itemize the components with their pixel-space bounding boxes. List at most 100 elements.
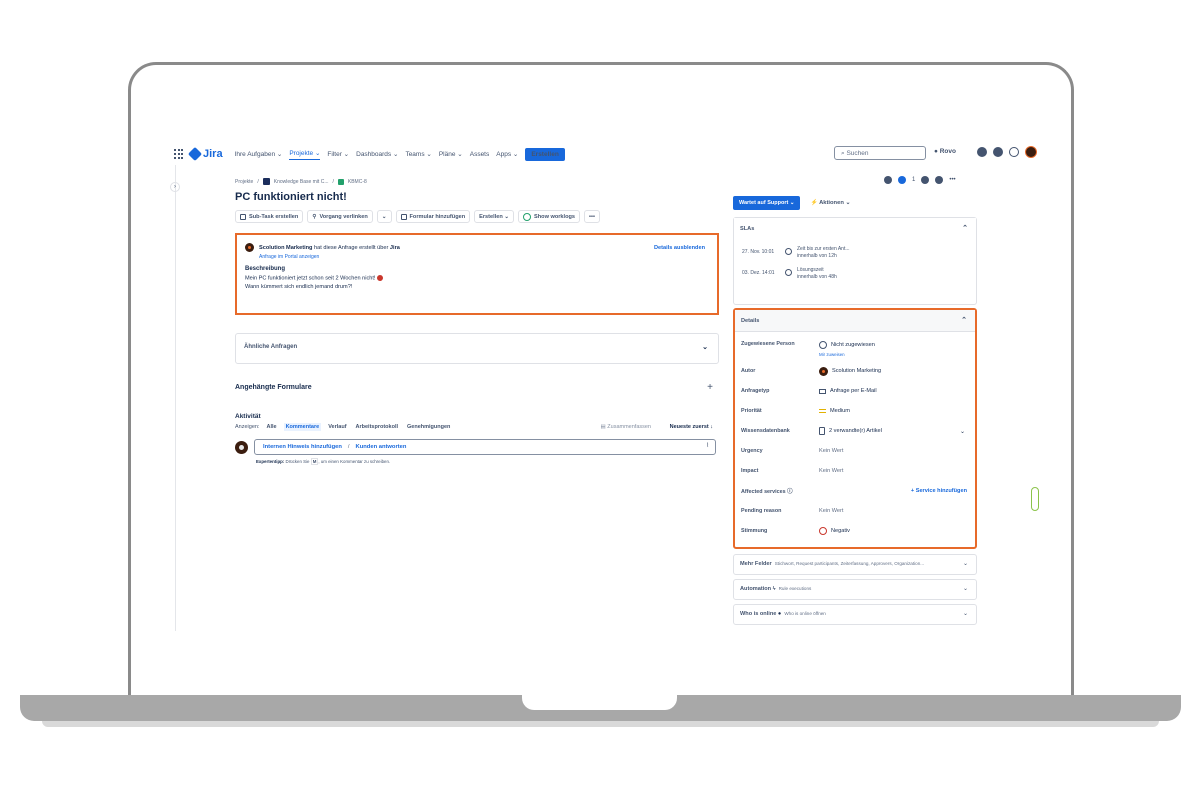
issue-type-icon (337, 178, 344, 185)
nav-dashboards[interactable]: Dashboards ⌄ (356, 150, 398, 158)
negative-mood-icon (819, 527, 827, 535)
laptop-notch (522, 695, 677, 710)
assignee-label: Zugewiesene Person (741, 341, 795, 347)
filter-history[interactable]: Verlauf (326, 423, 348, 431)
chevron-up-icon: ⌃ (962, 225, 968, 232)
who-is-online-panel[interactable]: Who is online ● Who is online öffnen ⌄ (733, 604, 977, 625)
share-icon[interactable] (935, 176, 944, 184)
sla-title: SLAs (740, 226, 755, 232)
app-switcher-icon[interactable] (174, 149, 184, 159)
nav-plans[interactable]: Pläne ⌄ (439, 150, 463, 158)
actions-button[interactable]: ⚡ Aktionen ⌄ (810, 200, 850, 206)
automation-panel[interactable]: Automation ϟ Rule executions ⌄ (733, 579, 977, 600)
more-fields-panel[interactable]: Mehr Felder Stichwort, Request participan… (733, 554, 977, 575)
filter-comments[interactable]: Kommentare (283, 423, 322, 431)
settings-icon[interactable] (1009, 147, 1019, 157)
description-line[interactable]: Wann kümmert sich endlich jemand drum?! (245, 284, 709, 290)
internal-note-link[interactable]: Internen Hinweis hinzufügen (263, 444, 342, 450)
rovo-label: Rovo (939, 148, 956, 155)
urgency-value[interactable]: Kein Wert (819, 448, 843, 454)
impact-value[interactable]: Kein Wert (819, 468, 843, 474)
worklogs-button[interactable]: Show worklogs (518, 210, 581, 223)
assignee-value[interactable]: Nicht zugewiesen (819, 341, 875, 349)
sla-header[interactable]: SLAs ⌃ (734, 218, 976, 240)
expand-sidebar-icon[interactable]: › (170, 182, 180, 192)
notifications-icon[interactable] (977, 147, 987, 157)
description-label: Beschreibung (245, 266, 286, 272)
request-type-text: Anfrage per E-Mail (830, 388, 877, 394)
filter-approvals[interactable]: Genehmigungen (405, 423, 452, 431)
nav-filters[interactable]: Filter ⌄ (327, 150, 349, 158)
link-icon: ⚲ (312, 213, 317, 220)
like-icon[interactable] (921, 176, 930, 184)
description-line[interactable]: Mein PC funktioniert jetzt schon seit 2 … (245, 275, 709, 281)
summarize-label: Zusammenfassen (607, 424, 651, 430)
nav-projects[interactable]: Projekte ⌄ (289, 149, 321, 160)
chevron-down-icon[interactable]: ⌄ (960, 428, 965, 435)
top-navigation: Jira Ihre Aufgaben ⌄ Projekte ⌄ Filter ⌄… (174, 145, 1037, 163)
portal-link[interactable]: Anfrage im Portal anzeigen (259, 254, 709, 260)
comment-row: Internen Hinweis hinzufügen / Kunden antwo… (235, 439, 725, 455)
details-header[interactable]: Details ⌃ (735, 310, 975, 332)
automation-sub: Rule executions (778, 586, 812, 591)
subtask-button[interactable]: Sub-Task erstellen (235, 210, 304, 223)
link-issue-button[interactable]: ⚲ Vorgang verlinken (307, 210, 373, 223)
request-type-value[interactable]: Anfrage per E-Mail (819, 388, 877, 394)
field-affected-services: Affected services ⓘ + Service hinzufügen (735, 481, 975, 501)
search-input[interactable]: ⌕ Suchen (834, 146, 926, 160)
attachment-icon[interactable]: ⌇ (706, 443, 709, 449)
bolt-icon: ϟ (772, 586, 776, 592)
nav-teams[interactable]: Teams ⌄ (405, 150, 431, 158)
nav-your-work[interactable]: Ihre Aufgaben ⌄ (235, 150, 283, 158)
create-dropdown-button[interactable]: Erstellen ⌄ (474, 210, 515, 223)
filter-all[interactable]: Alle (264, 423, 278, 431)
create-button[interactable]: Erstellen (525, 147, 565, 161)
link-dropdown-button[interactable]: ⌄ (376, 210, 392, 223)
feedback-megaphone-icon[interactable] (884, 176, 892, 184)
add-form-button[interactable]: Formular hinzufügen (395, 210, 471, 223)
tip-text-1: Drücken Sie (285, 459, 310, 464)
reply-customer-link[interactable]: Kunden antworten (356, 444, 407, 450)
similar-requests-panel[interactable]: Ähnliche Anfragen ⌄ (235, 333, 719, 364)
user-avatar[interactable] (1025, 146, 1037, 158)
subtask-icon (240, 213, 246, 220)
angry-emoji-icon (377, 275, 384, 281)
assign-to-me-link[interactable]: Mir zuweisen (819, 352, 845, 357)
clock-icon (785, 248, 792, 255)
nav-assets[interactable]: Assets (470, 151, 490, 158)
request-author[interactable]: Scolution Marketing (259, 245, 312, 251)
watch-eye-icon[interactable] (898, 176, 906, 184)
mood-text: Negativ (831, 528, 850, 534)
hide-details-button[interactable]: Details ausblenden (654, 245, 705, 251)
status-button[interactable]: Wartet auf Support ⌄ (733, 196, 801, 210)
pending-reason-value[interactable]: Kein Wert (819, 508, 843, 514)
field-knowledge-base: Wissensdatenbank 2 verwandte(r) Artikel … (735, 421, 975, 441)
sort-button[interactable]: Neueste zuerst ↓ (670, 424, 713, 430)
issue-title[interactable]: PC funktioniert nicht! (235, 191, 725, 203)
mail-icon (819, 388, 826, 394)
filter-worklog[interactable]: Arbeitsprotokoll (354, 423, 400, 431)
author-label: Autor (741, 368, 756, 374)
main-nav: Ihre Aufgaben ⌄ Projekte ⌄ Filter ⌄ Dash… (235, 147, 565, 161)
summarize-button[interactable]: ▤ Zusammenfassen (601, 424, 651, 430)
field-assignee: Zugewiesene Person Nicht zugewiesen Mir … (735, 335, 975, 361)
priority-value[interactable]: Medium (819, 408, 850, 414)
sla-panel: SLAs ⌃ 27. Nov. 10:01 Zeit bis zur ersten… (733, 217, 977, 305)
article-icon (819, 427, 825, 435)
more-icon[interactable]: ••• (949, 177, 955, 183)
add-service-button[interactable]: + Service hinzufügen (911, 488, 967, 494)
breadcrumb-issue[interactable]: KBMC-8 (348, 179, 367, 185)
more-actions-button[interactable]: ••• (584, 210, 600, 223)
mood-value[interactable]: Negativ (819, 527, 850, 535)
knowledge-base-value[interactable]: 2 verwandte(r) Artikel (819, 427, 882, 435)
comment-input[interactable]: Internen Hinweis hinzufügen / Kunden antwo… (254, 439, 716, 455)
rovo-button[interactable]: ● Rovo (934, 148, 956, 155)
breadcrumb-projects[interactable]: Projekte (235, 179, 253, 185)
nav-apps[interactable]: Apps ⌄ (496, 150, 518, 158)
add-form-icon[interactable]: + (707, 382, 713, 393)
author-value[interactable]: Scolution Marketing (819, 366, 881, 376)
jira-logo[interactable]: Jira (187, 146, 223, 162)
help-icon[interactable] (993, 147, 1003, 157)
breadcrumb-project[interactable]: Knowledge Base mit C... (274, 179, 329, 185)
more-fields-label: Mehr Felder (740, 561, 772, 567)
